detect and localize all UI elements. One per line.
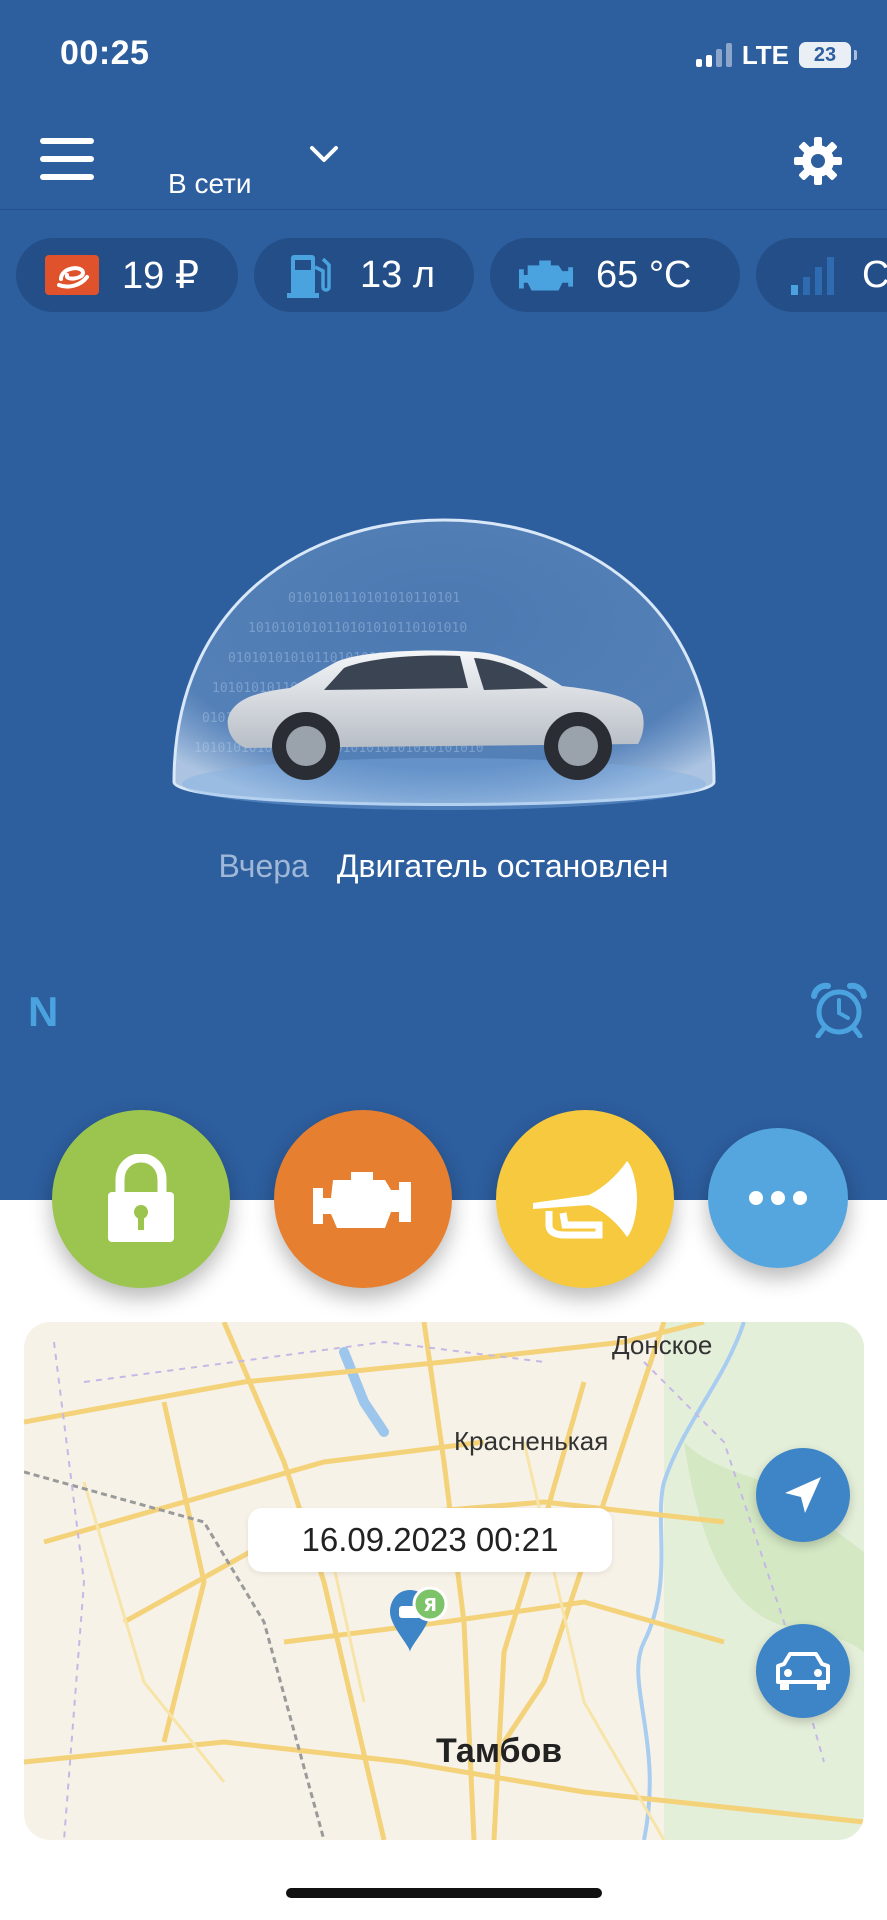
navigation-arrow-icon (785, 1477, 821, 1513)
car-front-icon (776, 1652, 830, 1690)
more-dots-icon (749, 1191, 807, 1205)
alarm-clock-icon[interactable] (810, 982, 868, 1038)
signal-value: С (862, 253, 887, 296)
balance-pill[interactable]: 19 ₽ (16, 238, 238, 312)
home-indicator[interactable] (286, 1888, 602, 1898)
car-status-line: Вчера Двигатель остановлен (0, 848, 887, 885)
car-shield-illustration[interactable]: 0101010110101010110101 10101010101101010… (168, 512, 720, 822)
app-screen: 00:25 LTE 23 В сети 19 ₽ 13 л 65 °C С 01… (0, 0, 887, 1920)
engine-temp-value: 65 °C (596, 253, 692, 296)
map-label-tambov: Тамбов (436, 1732, 563, 1770)
map-label-donskoe: Донское (612, 1330, 713, 1360)
hamburger-menu-icon[interactable] (40, 138, 94, 180)
location-map[interactable]: Донское Красненькая Тамбов 16.09.2023 00… (24, 1322, 864, 1840)
engine-icon (313, 1172, 411, 1228)
pin-badge-label: Я (423, 1595, 437, 1616)
engine-temp-icon (518, 251, 574, 299)
car-location-pin-icon[interactable]: Я (388, 1584, 448, 1664)
signal-pill[interactable]: С (756, 238, 887, 312)
engine-state: Двигатель остановлен (336, 848, 669, 884)
svg-text:1010101010110101010110101010: 1010101010110101010110101010 (248, 621, 467, 636)
engine-temp-pill[interactable]: 65 °C (490, 238, 740, 312)
lock-button[interactable] (52, 1110, 230, 1288)
horn-icon (533, 1161, 637, 1239)
locate-me-button[interactable] (756, 1448, 850, 1542)
more-actions-button[interactable] (708, 1128, 848, 1268)
fuel-value: 13 л (360, 253, 435, 296)
location-timestamp: 16.09.2023 00:21 (248, 1508, 612, 1572)
status-bar: 00:25 LTE 23 (0, 0, 887, 110)
compass-indicator: N (28, 988, 59, 1035)
connection-status[interactable]: В сети (168, 168, 252, 200)
balance-value: 19 ₽ (122, 254, 200, 297)
engine-start-button[interactable] (274, 1110, 452, 1288)
battery-icon: 23 (799, 42, 857, 68)
info-pills: 19 ₽ 13 л 65 °C С (16, 238, 887, 312)
signal-strength-icon (784, 251, 840, 299)
chevron-down-icon[interactable] (306, 140, 342, 170)
lock-icon (108, 1154, 174, 1242)
gear-icon[interactable] (792, 135, 844, 187)
status-time-label: Вчера (218, 848, 309, 884)
horn-button[interactable] (496, 1110, 674, 1288)
status-indicators: LTE 23 (695, 38, 857, 72)
show-car-button[interactable] (756, 1624, 850, 1718)
status-time: 00:25 (60, 34, 150, 72)
network-type: LTE (741, 39, 789, 70)
app-header: В сети (0, 110, 887, 210)
cellular-signal-icon (695, 43, 732, 67)
balance-icon (44, 251, 100, 299)
fuel-pump-icon (282, 251, 338, 299)
map-label-krasnenkaya: Красненькая (454, 1426, 609, 1456)
fuel-pill[interactable]: 13 л (254, 238, 474, 312)
car-dome-icon: 0101010110101010110101 10101010101101010… (172, 518, 716, 810)
svg-text:0101010110101010110101: 0101010110101010110101 (288, 591, 460, 606)
